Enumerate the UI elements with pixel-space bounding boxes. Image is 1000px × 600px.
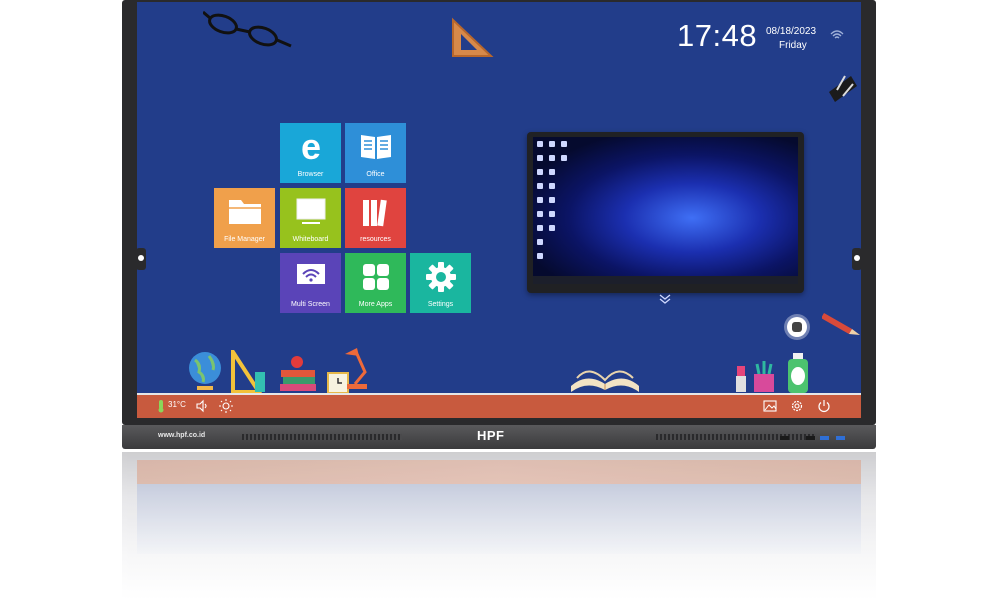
app-tile-more-apps[interactable]: More Apps: [345, 253, 406, 313]
folder-icon: [228, 200, 261, 224]
app-tile-office[interactable]: Office: [345, 123, 406, 183]
desktop-shortcut: [537, 225, 543, 231]
app-label: Office: [366, 171, 385, 178]
bottle-icon: [788, 353, 808, 393]
desktop-shortcut: [537, 239, 543, 245]
app-tile-resources[interactable]: resources: [345, 188, 406, 248]
app-label: Browser: [297, 171, 324, 178]
thermometer-icon: [158, 400, 164, 413]
desktop-shortcut: [549, 211, 555, 217]
bottom-shelf-bar: 31°C: [137, 395, 861, 418]
usb-port: [820, 436, 829, 440]
binder-clip-icon: [829, 75, 857, 102]
volume-icon[interactable]: [195, 399, 209, 413]
windows-taskbar: [533, 276, 798, 284]
app-tile-file-manager[interactable]: File Manager: [214, 188, 275, 248]
clock-date: 08/18/2023: [766, 26, 817, 37]
desktop-shortcut: [537, 197, 543, 203]
desktop-shortcut: [561, 155, 567, 161]
speaker-grille: [656, 434, 816, 440]
desktop-shortcut: [537, 155, 543, 161]
desktop-shortcut: [549, 169, 555, 175]
ruler-triangle-icon: [231, 350, 265, 394]
monitor-chin: www.hpf.co.id HPF: [122, 425, 876, 449]
wifi-screen-icon: [296, 264, 325, 284]
app-label: More Apps: [358, 301, 393, 308]
pc-preview-window[interactable]: [527, 132, 804, 293]
open-book-icon: [571, 370, 639, 392]
app-tile-browser[interactable]: e Browser: [280, 123, 341, 183]
desk-lamp-icon: [345, 348, 367, 389]
desktop-shortcut: [537, 253, 543, 259]
desktop-shortcut: [537, 169, 543, 175]
right-side-menu-handle[interactable]: [852, 248, 862, 270]
brightness-icon[interactable]: [219, 399, 233, 413]
app-tile-whiteboard[interactable]: Whiteboard: [280, 188, 341, 248]
usb-port: [836, 436, 845, 440]
speaker-grille: [242, 434, 402, 440]
desktop-shortcut: [537, 183, 543, 189]
brand-url: www.hpf.co.id: [158, 432, 206, 439]
floating-menu-button[interactable]: [787, 317, 807, 337]
windows-desktop-preview: [533, 137, 798, 284]
wallpaper-icon[interactable]: [763, 399, 777, 413]
desktop-shortcut: [549, 155, 555, 161]
chevron-down-icon[interactable]: [659, 294, 671, 304]
glasses-icon: [203, 10, 292, 48]
browser-icon: e: [300, 131, 320, 165]
brand-logo: HPF: [477, 428, 505, 443]
book-icon: [360, 135, 391, 159]
app-label: Whiteboard: [292, 236, 329, 243]
pencil-cup-icon: [754, 361, 774, 392]
desktop-shortcut: [561, 141, 567, 147]
desktop-shortcut: [537, 141, 543, 147]
power-icon[interactable]: [817, 399, 831, 413]
app-label: File Manager: [224, 236, 265, 243]
triangle-ruler-icon: [452, 17, 494, 57]
clock-time: 17:48: [677, 18, 758, 53]
left-side-menu-handle[interactable]: [136, 248, 146, 270]
svg-text:e: e: [300, 131, 320, 165]
books-icon: [362, 199, 387, 227]
wifi-icon[interactable]: [830, 28, 844, 42]
gear-icon: [425, 262, 456, 292]
app-label: Settings: [427, 301, 454, 308]
grid-icon: [362, 264, 389, 290]
pencil-icon: [822, 313, 860, 335]
globe-icon: [189, 352, 221, 390]
desktop-shortcut: [549, 183, 555, 189]
books-stack-icon: [280, 356, 316, 391]
app-tile-multi-screen[interactable]: Multi Screen: [280, 253, 341, 313]
settings-gear-icon[interactable]: [790, 399, 804, 413]
desktop-shortcut: [549, 225, 555, 231]
app-label: Multi Screen: [291, 301, 330, 308]
clock-day: Friday: [779, 40, 807, 51]
front-port: [780, 436, 789, 440]
temperature-label: 31°C: [168, 400, 186, 409]
home-screen: 17:48 08/18/2023 Friday e Browser Office…: [137, 2, 861, 418]
whiteboard-icon: [296, 198, 325, 224]
desktop-shortcut: [537, 211, 543, 217]
monitor-reflection: [122, 452, 876, 600]
desktop-shortcut: [549, 141, 555, 147]
desktop-shortcut: [549, 197, 555, 203]
front-port: [806, 436, 815, 440]
app-label: resources: [360, 236, 391, 243]
lipstick-icon: [736, 366, 746, 392]
app-tile-settings[interactable]: Settings: [410, 253, 471, 313]
